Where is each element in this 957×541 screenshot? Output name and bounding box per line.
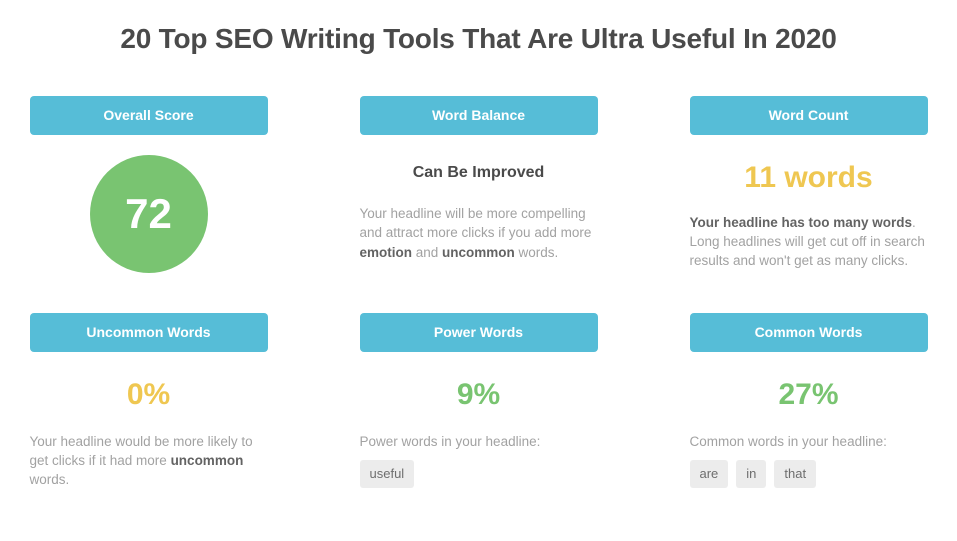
uncommon-words-value: 0% xyxy=(126,378,171,411)
plain-text: words. xyxy=(514,244,559,260)
card-header-word-balance: Word Balance xyxy=(359,96,598,135)
card-body-overall-score: 72 xyxy=(30,135,268,273)
power-words-value: 9% xyxy=(456,378,501,411)
card-header-overall-score: Overall Score xyxy=(29,96,268,135)
card-uncommon-words: Uncommon Words 0% Your headline would be… xyxy=(29,313,268,489)
word-chip[interactable]: are xyxy=(689,460,729,489)
plain-text: and xyxy=(412,244,443,260)
emphasis-text: uncommon xyxy=(442,244,515,260)
word-balance-status: Can Be Improved xyxy=(412,164,545,181)
card-body-uncommon-words: 0% Your headline would be more likely to… xyxy=(30,352,268,489)
card-header-power-words: Power Words xyxy=(359,313,598,352)
score-circle-wrap: 72 xyxy=(30,137,268,273)
card-header-common-words: Common Words xyxy=(689,313,928,352)
card-body-common-words: 27% Common words in your headline: are in… xyxy=(689,352,928,489)
power-words-chips-label: Power words in your headline: xyxy=(359,434,541,449)
card-common-words: Common Words 27% Common words in your he… xyxy=(689,313,928,489)
word-chip[interactable]: in xyxy=(736,460,767,489)
results-grid: Overall Score 72 Word Balance Can Be Imp… xyxy=(0,96,957,489)
common-words-chip-list: are in that xyxy=(689,451,928,489)
headline-analyzer-results: 20 Top SEO Writing Tools That Are Ultra … xyxy=(0,0,957,541)
card-header-uncommon-words: Uncommon Words xyxy=(29,313,268,352)
card-header-word-count: Word Count xyxy=(689,96,928,135)
plain-text: words. xyxy=(29,472,70,488)
card-body-word-count: 11 words Your headline has too many word… xyxy=(690,135,928,270)
card-power-words: Power Words 9% Power words in your headl… xyxy=(359,313,598,489)
common-words-value: 27% xyxy=(778,378,839,411)
emphasis-text: emotion xyxy=(359,244,413,260)
emphasis-text: Your headline has too many words xyxy=(689,215,913,230)
card-overall-score: Overall Score 72 xyxy=(29,96,268,273)
word-chip[interactable]: useful xyxy=(359,460,415,489)
page-title: 20 Top SEO Writing Tools That Are Ultra … xyxy=(120,23,837,54)
word-balance-description: Your headline will be more compelling an… xyxy=(360,182,598,261)
card-word-count: Word Count 11 words Your headline has to… xyxy=(689,96,928,273)
word-count-value: 11 words xyxy=(744,161,873,194)
emphasis-text: uncommon xyxy=(170,453,244,469)
common-words-chips-label: Common words in your headline: xyxy=(689,434,887,449)
overall-score-value: 72 xyxy=(89,155,208,273)
card-body-word-balance: Can Be Improved Your headline will be mo… xyxy=(360,135,598,262)
card-body-power-words: 9% Power words in your headline: useful xyxy=(359,352,598,489)
word-chip[interactable]: that xyxy=(774,460,817,489)
plain-text: Your headline will be more compelling an… xyxy=(359,206,592,241)
card-word-balance: Word Balance Can Be Improved Your headli… xyxy=(359,96,598,273)
uncommon-words-description: Your headline would be more likely to ge… xyxy=(30,410,268,489)
power-words-chip-list: useful xyxy=(359,451,598,489)
word-count-description: Your headline has too many words. Long h… xyxy=(690,193,928,270)
